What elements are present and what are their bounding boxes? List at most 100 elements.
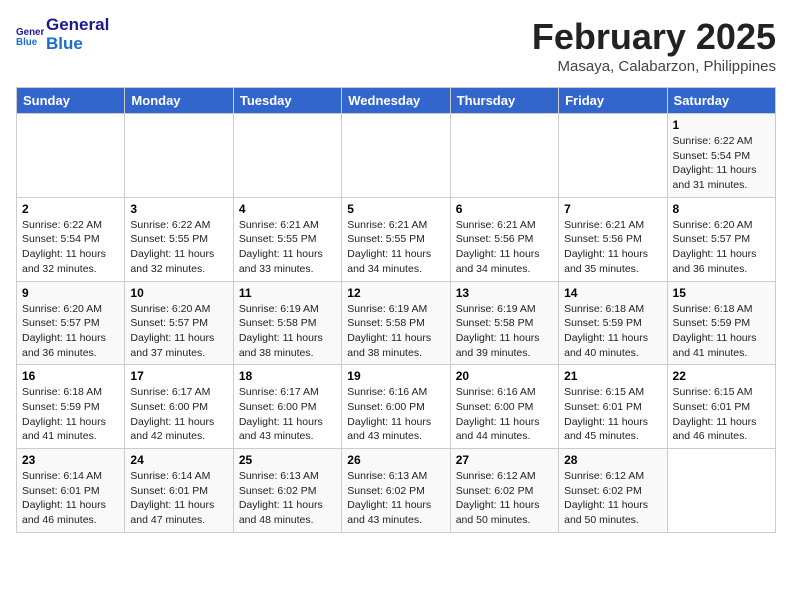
calendar-day-cell: 26Sunrise: 6:13 AM Sunset: 6:02 PM Dayli… xyxy=(342,449,450,533)
day-number: 10 xyxy=(130,286,227,300)
day-info: Sunrise: 6:17 AM Sunset: 6:00 PM Dayligh… xyxy=(239,385,336,444)
day-info: Sunrise: 6:13 AM Sunset: 6:02 PM Dayligh… xyxy=(239,469,336,528)
day-number: 18 xyxy=(239,369,336,383)
calendar-day-cell: 1 Sunrise: 6:22 AM Sunset: 5:54 PM Daylig… xyxy=(667,114,775,198)
day-info: Sunrise: 6:21 AM Sunset: 5:56 PM Dayligh… xyxy=(564,218,661,277)
weekday-header-cell: Wednesday xyxy=(342,88,450,114)
day-info: Sunrise: 6:19 AM Sunset: 5:58 PM Dayligh… xyxy=(347,302,444,361)
main-title: February 2025 xyxy=(532,16,776,58)
calendar-day-cell: 28Sunrise: 6:12 AM Sunset: 6:02 PM Dayli… xyxy=(559,449,667,533)
calendar-day-cell: 21Sunrise: 6:15 AM Sunset: 6:01 PM Dayli… xyxy=(559,365,667,449)
day-info: Sunrise: 6:21 AM Sunset: 5:55 PM Dayligh… xyxy=(239,218,336,277)
weekday-header-cell: Tuesday xyxy=(233,88,341,114)
day-info: Sunrise: 6:21 AM Sunset: 5:56 PM Dayligh… xyxy=(456,218,553,277)
day-number: 6 xyxy=(456,202,553,216)
day-number: 26 xyxy=(347,453,444,467)
day-info: Sunrise: 6:14 AM Sunset: 6:01 PM Dayligh… xyxy=(22,469,119,528)
day-info: Sunrise: 6:12 AM Sunset: 6:02 PM Dayligh… xyxy=(456,469,553,528)
day-info: Sunrise: 6:16 AM Sunset: 6:00 PM Dayligh… xyxy=(456,385,553,444)
calendar-day-cell xyxy=(125,114,233,198)
day-info: Sunrise: 6:19 AM Sunset: 5:58 PM Dayligh… xyxy=(456,302,553,361)
calendar-day-cell: 20 Sunrise: 6:16 AM Sunset: 6:00 PM Dayli… xyxy=(450,365,558,449)
calendar-day-cell: 24 Sunrise: 6:14 AM Sunset: 6:01 PM Dayli… xyxy=(125,449,233,533)
header-section: General Blue General Blue February 2025 … xyxy=(16,16,776,75)
calendar-day-cell: 17 Sunrise: 6:17 AM Sunset: 6:00 PM Dayli… xyxy=(125,365,233,449)
calendar-week-row: 1 Sunrise: 6:22 AM Sunset: 5:54 PM Daylig… xyxy=(17,114,776,198)
day-info: Sunrise: 6:20 AM Sunset: 5:57 PM Dayligh… xyxy=(673,218,770,277)
calendar-day-cell: 5 Sunrise: 6:21 AM Sunset: 5:55 PM Daylig… xyxy=(342,197,450,281)
calendar-day-cell: 19Sunrise: 6:16 AM Sunset: 6:00 PM Dayli… xyxy=(342,365,450,449)
calendar-body: 1 Sunrise: 6:22 AM Sunset: 5:54 PM Daylig… xyxy=(17,114,776,533)
day-number: 15 xyxy=(673,286,770,300)
day-number: 14 xyxy=(564,286,661,300)
day-info: Sunrise: 6:22 AM Sunset: 5:54 PM Dayligh… xyxy=(673,134,770,193)
calendar-day-cell: 9Sunrise: 6:20 AM Sunset: 5:57 PM Daylig… xyxy=(17,281,125,365)
calendar-week-row: 16Sunrise: 6:18 AM Sunset: 5:59 PM Dayli… xyxy=(17,365,776,449)
subtitle: Masaya, Calabarzon, Philippines xyxy=(532,58,776,75)
calendar-day-cell xyxy=(342,114,450,198)
day-number: 1 xyxy=(673,118,770,132)
calendar-day-cell: 7Sunrise: 6:21 AM Sunset: 5:56 PM Daylig… xyxy=(559,197,667,281)
day-info: Sunrise: 6:15 AM Sunset: 6:01 PM Dayligh… xyxy=(564,385,661,444)
day-number: 2 xyxy=(22,202,119,216)
calendar-day-cell xyxy=(667,449,775,533)
day-number: 20 xyxy=(456,369,553,383)
weekday-header-cell: Monday xyxy=(125,88,233,114)
title-block: February 2025 Masaya, Calabarzon, Philip… xyxy=(532,16,776,75)
day-number: 5 xyxy=(347,202,444,216)
calendar-day-cell xyxy=(559,114,667,198)
day-info: Sunrise: 6:21 AM Sunset: 5:55 PM Dayligh… xyxy=(347,218,444,277)
day-info: Sunrise: 6:14 AM Sunset: 6:01 PM Dayligh… xyxy=(130,469,227,528)
day-number: 13 xyxy=(456,286,553,300)
calendar-day-cell: 23Sunrise: 6:14 AM Sunset: 6:01 PM Dayli… xyxy=(17,449,125,533)
day-number: 8 xyxy=(673,202,770,216)
weekday-header-cell: Friday xyxy=(559,88,667,114)
calendar-day-cell: 6 Sunrise: 6:21 AM Sunset: 5:56 PM Daylig… xyxy=(450,197,558,281)
day-number: 16 xyxy=(22,369,119,383)
weekday-header-cell: Thursday xyxy=(450,88,558,114)
calendar-day-cell: 10 Sunrise: 6:20 AM Sunset: 5:57 PM Dayli… xyxy=(125,281,233,365)
calendar-day-cell xyxy=(450,114,558,198)
day-info: Sunrise: 6:12 AM Sunset: 6:02 PM Dayligh… xyxy=(564,469,661,528)
day-info: Sunrise: 6:18 AM Sunset: 5:59 PM Dayligh… xyxy=(673,302,770,361)
calendar-day-cell: 11Sunrise: 6:19 AM Sunset: 5:58 PM Dayli… xyxy=(233,281,341,365)
logo-general: General xyxy=(46,16,109,35)
weekday-header-cell: Saturday xyxy=(667,88,775,114)
logo-blue: Blue xyxy=(46,35,109,54)
calendar-day-cell: 25 Sunrise: 6:13 AM Sunset: 6:02 PM Dayli… xyxy=(233,449,341,533)
day-number: 9 xyxy=(22,286,119,300)
weekday-header: SundayMondayTuesdayWednesdayThursdayFrid… xyxy=(17,88,776,114)
day-info: Sunrise: 6:22 AM Sunset: 5:55 PM Dayligh… xyxy=(130,218,227,277)
calendar-day-cell: 15 Sunrise: 6:18 AM Sunset: 5:59 PM Dayli… xyxy=(667,281,775,365)
calendar-day-cell: 4Sunrise: 6:21 AM Sunset: 5:55 PM Daylig… xyxy=(233,197,341,281)
calendar-week-row: 9 Sunrise: 6:20 AM Sunset: 5:57 PM Daylig… xyxy=(17,281,776,365)
svg-text:Blue: Blue xyxy=(16,36,38,47)
weekday-header-cell: Sunday xyxy=(17,88,125,114)
calendar-day-cell: 22 Sunrise: 6:15 AM Sunset: 6:01 PM Dayli… xyxy=(667,365,775,449)
day-number: 27 xyxy=(456,453,553,467)
day-info: Sunrise: 6:17 AM Sunset: 6:00 PM Dayligh… xyxy=(130,385,227,444)
day-number: 25 xyxy=(239,453,336,467)
calendar-week-row: 2 Sunrise: 6:22 AM Sunset: 5:54 PM Daylig… xyxy=(17,197,776,281)
day-info: Sunrise: 6:19 AM Sunset: 5:58 PM Dayligh… xyxy=(239,302,336,361)
logo-icon: General Blue xyxy=(16,21,44,49)
calendar-table: SundayMondayTuesdayWednesdayThursdayFrid… xyxy=(16,87,776,533)
day-number: 24 xyxy=(130,453,227,467)
day-info: Sunrise: 6:15 AM Sunset: 6:01 PM Dayligh… xyxy=(673,385,770,444)
day-number: 3 xyxy=(130,202,227,216)
day-number: 12 xyxy=(347,286,444,300)
calendar-day-cell: 8 Sunrise: 6:20 AM Sunset: 5:57 PM Daylig… xyxy=(667,197,775,281)
calendar-day-cell: 12 Sunrise: 6:19 AM Sunset: 5:58 PM Dayli… xyxy=(342,281,450,365)
calendar-day-cell: 16Sunrise: 6:18 AM Sunset: 5:59 PM Dayli… xyxy=(17,365,125,449)
calendar-day-cell: 14 Sunrise: 6:18 AM Sunset: 5:59 PM Dayli… xyxy=(559,281,667,365)
day-number: 17 xyxy=(130,369,227,383)
logo: General Blue General Blue xyxy=(16,16,109,53)
calendar-week-row: 23Sunrise: 6:14 AM Sunset: 6:01 PM Dayli… xyxy=(17,449,776,533)
day-number: 22 xyxy=(673,369,770,383)
day-info: Sunrise: 6:18 AM Sunset: 5:59 PM Dayligh… xyxy=(564,302,661,361)
day-info: Sunrise: 6:22 AM Sunset: 5:54 PM Dayligh… xyxy=(22,218,119,277)
day-number: 19 xyxy=(347,369,444,383)
calendar-day-cell xyxy=(233,114,341,198)
calendar-day-cell: 13 Sunrise: 6:19 AM Sunset: 5:58 PM Dayli… xyxy=(450,281,558,365)
day-info: Sunrise: 6:20 AM Sunset: 5:57 PM Dayligh… xyxy=(130,302,227,361)
